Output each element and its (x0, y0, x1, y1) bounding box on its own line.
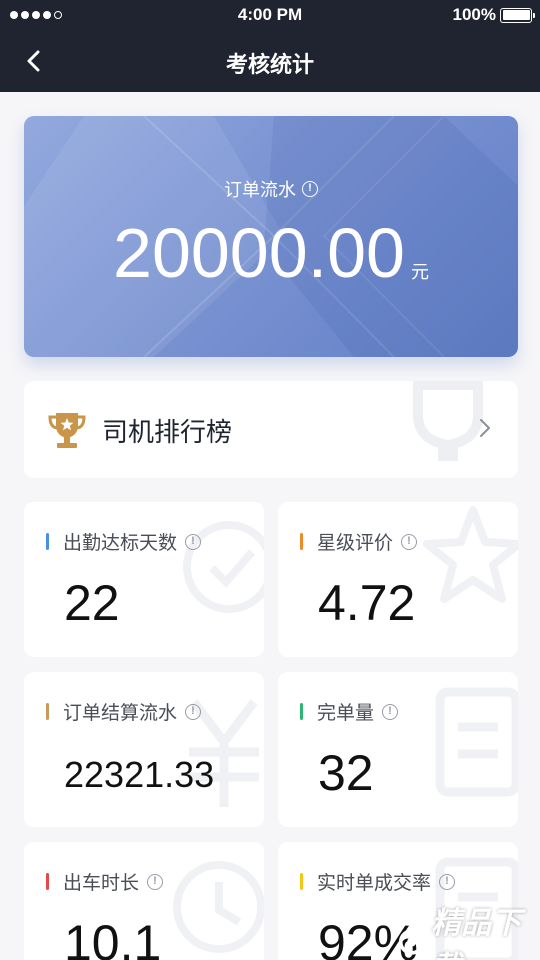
stat-label: 出勤达标天数 (63, 532, 178, 554)
info-icon[interactable]: ! (401, 533, 418, 550)
hero-value: 20000.00 (113, 214, 405, 292)
battery-percent: 100% (452, 5, 496, 24)
stat-label-row: 出车时长 ! (46, 868, 164, 895)
hero-label: 订单流水 (224, 180, 296, 201)
stat-label-row: 出勤达标天数 ! (46, 528, 202, 555)
stat-label: 出车时长 (63, 872, 140, 894)
driver-ranking-card[interactable]: 司机排行榜 (24, 381, 518, 478)
stat-value: 4.72 (318, 575, 416, 631)
info-icon[interactable]: ! (147, 873, 164, 890)
stat-card-rating[interactable]: 星级评价 ! 4.72 (278, 502, 518, 657)
star-watermark-icon (423, 506, 518, 603)
stat-card-completed-orders[interactable]: 完单量 ! 32 (278, 672, 518, 827)
stat-label-row: 订单结算流水 ! (46, 698, 202, 725)
status-bar: 4:00 PM 100% (0, 0, 540, 30)
hero-label-row: 订单流水 ! (24, 176, 518, 202)
watermark-text: 精品下载 (431, 906, 522, 960)
info-icon[interactable]: ! (185, 703, 202, 720)
chevron-right-icon (480, 419, 490, 437)
info-icon[interactable]: ! (382, 703, 399, 720)
stat-value: 10.1 (64, 915, 162, 960)
stat-value: 22 (64, 575, 120, 631)
stat-label-row: 完单量 ! (300, 698, 399, 725)
stat-label-row: 星级评价 ! (300, 528, 418, 555)
stat-card-attendance[interactable]: 出勤达标天数 ! 22 (24, 502, 264, 657)
trophy-icon (48, 413, 86, 448)
document-watermark-icon (435, 687, 518, 797)
info-icon[interactable]: ! (439, 873, 456, 890)
battery-status: 100% (452, 5, 535, 25)
watermark-logo-icon (398, 929, 425, 955)
trophy-watermark-icon (413, 381, 483, 461)
hero-amount: 20000.00 元 (24, 216, 518, 290)
stat-card-driving-duration[interactable]: 出车时长 ! 10.1 (24, 842, 264, 960)
info-icon[interactable]: ! (302, 181, 318, 197)
hero-unit: 元 (410, 262, 429, 283)
stat-label-row: 实时单成交率 ! (300, 868, 456, 895)
stat-label: 订单结算流水 (63, 702, 178, 724)
clock-watermark-icon (173, 861, 264, 953)
watermark: 精品下载 (398, 898, 540, 960)
nav-bar: 考核统计 (0, 30, 540, 92)
stat-label: 完单量 (317, 702, 375, 724)
stat-value: 32 (318, 745, 374, 801)
order-revenue-card[interactable]: 订单流水 ! 20000.00 元 (24, 116, 518, 357)
battery-icon (500, 7, 535, 23)
page-title: 考核统计 (225, 53, 314, 78)
info-icon[interactable]: ! (185, 533, 202, 550)
ranking-title: 司机排行榜 (102, 418, 233, 448)
stat-label: 星级评价 (317, 532, 394, 554)
stat-value: 22321.33 (64, 754, 215, 795)
stat-label: 实时单成交率 (317, 872, 432, 894)
stat-card-settlement[interactable]: 订单结算流水 ! 22321.33 (24, 672, 264, 827)
